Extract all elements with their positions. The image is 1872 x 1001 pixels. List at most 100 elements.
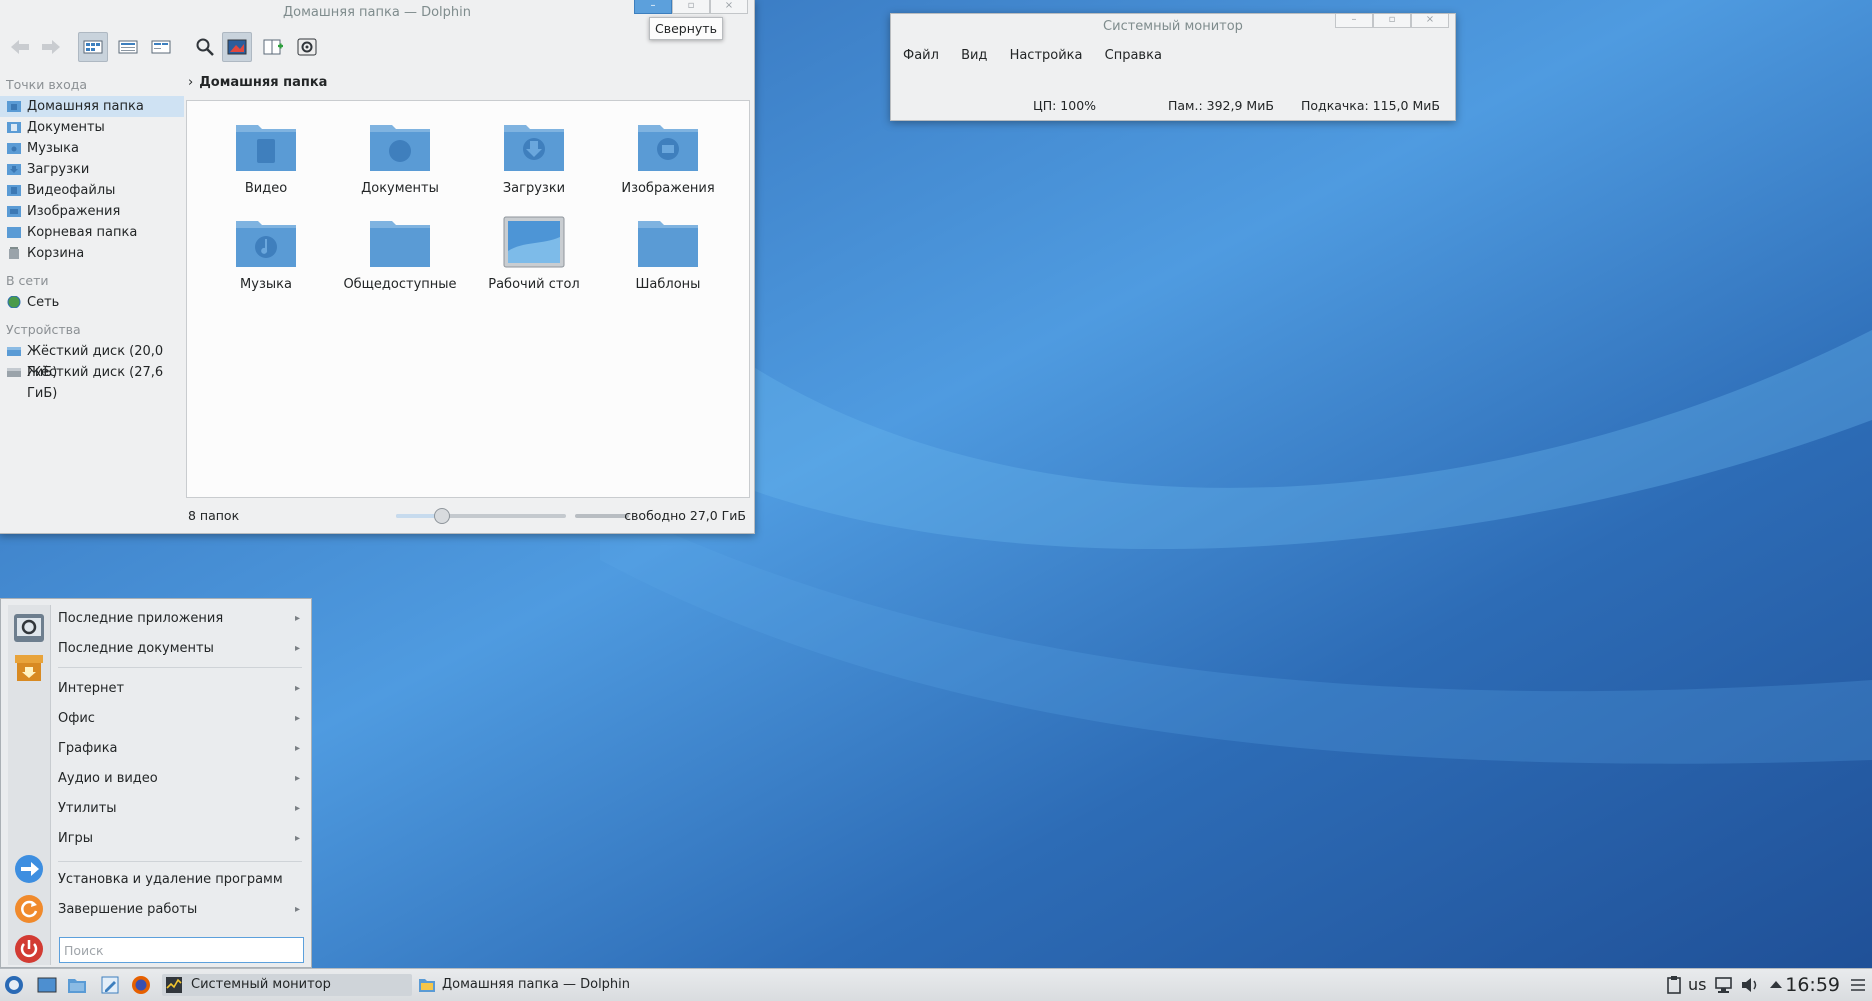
folder-item[interactable]: Музыка — [201, 215, 331, 292]
music-folder-icon — [7, 143, 21, 154]
menu-label: Последние приложения — [58, 611, 224, 626]
clock[interactable]: 16:59 — [1785, 972, 1840, 998]
place-music[interactable]: Музыка — [0, 138, 184, 159]
folder-item[interactable]: Документы — [335, 119, 465, 196]
sysmon-maximize-button[interactable]: ▫ — [1373, 14, 1411, 28]
place-pictures[interactable]: Изображения — [0, 201, 184, 222]
dolphin-toolbar — [0, 28, 754, 64]
keyboard-layout-indicator[interactable]: us — [1688, 974, 1706, 996]
menu-recent-docs[interactable]: Последние документы ▸ — [58, 637, 300, 661]
maximize-button[interactable]: ▫ — [672, 0, 710, 14]
menu-recent-apps[interactable]: Последние приложения ▸ — [58, 607, 300, 631]
menu-office[interactable]: Офис ▸ — [58, 707, 300, 731]
menu-search-input[interactable] — [59, 937, 304, 963]
videos-folder-icon — [7, 185, 21, 196]
folder-item[interactable]: Загрузки — [469, 119, 599, 196]
task-dolphin[interactable]: Домашняя папка — Dolphin — [414, 974, 664, 996]
shutdown-icon[interactable] — [13, 933, 45, 965]
preview-icon[interactable] — [222, 32, 252, 62]
folder-item[interactable]: Изображения — [603, 119, 733, 196]
task-label: Домашняя папка — Dolphin — [442, 977, 631, 992]
folder-label: Документы — [361, 181, 439, 196]
place-network[interactable]: Сеть — [0, 292, 184, 313]
folder-item[interactable]: Рабочий стол — [469, 215, 599, 292]
icons-view-icon[interactable] — [78, 32, 108, 62]
menu-leave[interactable]: Завершение работы ▸ — [58, 898, 300, 922]
place-videos[interactable]: Видеофайлы — [0, 180, 184, 201]
panel-menu-icon[interactable] — [1848, 975, 1868, 995]
folder-item[interactable]: Общедоступные — [335, 215, 465, 292]
minimize-tooltip: Свернуть — [649, 17, 723, 40]
menu-label: Завершение работы — [58, 902, 198, 917]
music-folder-icon — [236, 221, 296, 267]
status-bar: 8 папок свободно 27,0 ГиБ — [188, 506, 748, 526]
package-installer-icon[interactable] — [12, 651, 46, 685]
show-hidden-icons-icon[interactable] — [1766, 975, 1786, 995]
root-folder-icon — [7, 227, 21, 238]
place-label: Жёсткий диск (27,6 ГиБ) — [27, 365, 164, 401]
forward-arrow-icon[interactable] — [36, 32, 66, 62]
app-launcher-icon[interactable] — [4, 975, 24, 995]
menu-view[interactable]: Вид — [961, 48, 987, 63]
close-button[interactable]: × — [710, 0, 748, 14]
zoom-slider[interactable] — [396, 508, 566, 524]
breadcrumb-label: Домашняя папка — [199, 75, 328, 90]
place-trash[interactable]: Корзина — [0, 243, 184, 264]
pictures-folder-icon — [7, 206, 21, 217]
menu-internet[interactable]: Интернет ▸ — [58, 677, 300, 701]
zoom-slider-handle[interactable] — [433, 508, 450, 524]
split-view-icon[interactable] — [258, 32, 288, 62]
templates-folder-icon — [638, 221, 698, 267]
place-label: Загрузки — [27, 162, 90, 177]
menu-multimedia[interactable]: Аудио и видео ▸ — [58, 767, 300, 791]
menu-separator — [58, 861, 302, 862]
menu-help[interactable]: Справка — [1105, 48, 1162, 63]
menu-utilities[interactable]: Утилиты ▸ — [58, 797, 300, 821]
breadcrumb[interactable]: › Домашняя папка — [188, 72, 327, 94]
menu-games[interactable]: Игры ▸ — [58, 827, 300, 851]
file-view[interactable]: Видео Документы Загрузки Изображения Муз… — [186, 100, 750, 498]
desktop-folder-icon — [503, 216, 565, 268]
folder-item[interactable]: Шаблоны — [603, 215, 733, 292]
text-editor-icon[interactable] — [100, 975, 120, 995]
details-view-icon[interactable] — [113, 32, 143, 62]
place-downloads[interactable]: Загрузки — [0, 159, 184, 180]
task-system-monitor[interactable]: Системный монитор — [162, 974, 412, 996]
menu-separator — [58, 667, 302, 668]
sysmon-minimize-button[interactable]: – — [1335, 14, 1373, 28]
places-panel: Точки входа Домашняя папка Документы Муз… — [0, 72, 184, 401]
menu-file[interactable]: Файл — [903, 48, 939, 63]
restart-icon[interactable] — [13, 893, 45, 925]
hard-disk-icon — [7, 368, 21, 377]
menu-settings[interactable]: Настройка — [1010, 48, 1083, 63]
file-manager-icon[interactable] — [67, 975, 87, 995]
place-home[interactable]: Домашняя папка — [0, 96, 184, 117]
sysmon-menubar: Файл Вид Настройка Справка — [903, 48, 1180, 63]
system-monitor-icon — [166, 977, 182, 993]
search-icon[interactable] — [190, 32, 220, 62]
compact-view-icon[interactable] — [146, 32, 176, 62]
system-settings-icon[interactable] — [12, 611, 46, 645]
documents-folder-icon — [7, 122, 21, 133]
place-documents[interactable]: Документы — [0, 117, 184, 138]
place-root[interactable]: Корневая папка — [0, 222, 184, 243]
sysmon-close-button[interactable]: × — [1411, 14, 1449, 28]
memory-usage: Пам.: 392,9 МиБ — [1168, 98, 1274, 113]
place-disk-1[interactable]: Жёсткий диск (20,0 ГиБ) — [0, 341, 184, 380]
firefox-icon[interactable] — [131, 975, 151, 995]
clipboard-icon[interactable] — [1664, 975, 1684, 995]
network-icon[interactable] — [1714, 975, 1734, 995]
switch-user-icon[interactable] — [13, 853, 45, 885]
chevron-right-icon: ▸ — [294, 713, 300, 724]
menu-install-software[interactable]: Установка и удаление программ — [58, 868, 300, 892]
show-desktop-icon[interactable] — [37, 975, 57, 995]
place-disk-2[interactable]: Жёсткий диск (27,6 ГиБ) — [0, 362, 184, 401]
minimize-button[interactable]: – — [634, 0, 672, 14]
menu-graphics[interactable]: Графика ▸ — [58, 737, 300, 761]
menu-label: Аудио и видео — [58, 771, 158, 786]
folder-item[interactable]: Видео — [201, 119, 331, 196]
settings-icon[interactable] — [292, 32, 322, 62]
back-arrow-icon[interactable] — [5, 32, 35, 62]
trash-icon — [9, 247, 19, 259]
volume-icon[interactable] — [1740, 975, 1760, 995]
